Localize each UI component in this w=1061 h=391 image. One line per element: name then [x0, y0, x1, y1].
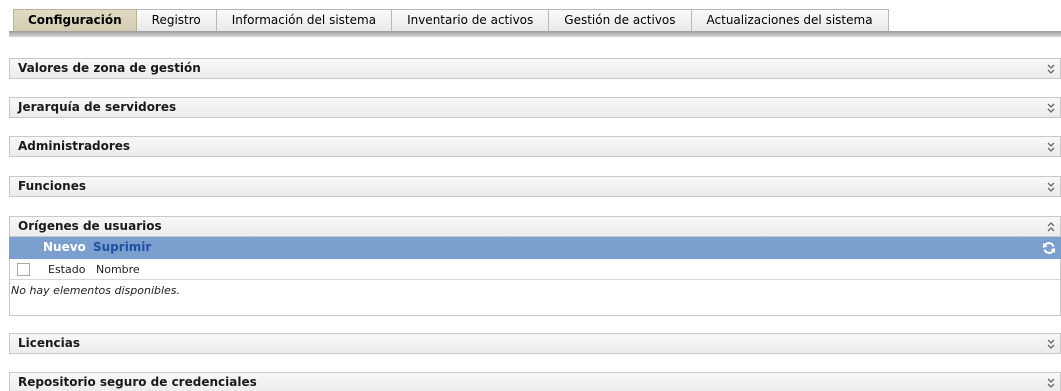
double-chevron-down-icon[interactable] [1045, 376, 1057, 390]
zenworks-configuration-page: Configuración Registro Información del s… [0, 0, 1061, 391]
tab-bar: Configuración Registro Información del s… [13, 9, 889, 32]
tab-informacion-sistema[interactable]: Información del sistema [216, 9, 393, 32]
panel-title: Administradores [18, 139, 131, 153]
tab-registro[interactable]: Registro [136, 9, 217, 32]
panel-title: Jerarquía de servidores [18, 100, 177, 114]
double-chevron-up-icon[interactable] [1045, 220, 1057, 234]
tab-actualizaciones-sistema[interactable]: Actualizaciones del sistema [691, 9, 889, 32]
panel-jerarquia-servidores-header[interactable]: Jerarquía de servidores [9, 97, 1061, 118]
delete-button[interactable]: Suprimir [93, 240, 151, 254]
panel-title: Repositorio seguro de credenciales [18, 375, 257, 389]
panel-title: Funciones [18, 179, 86, 193]
panel-repositorio-credenciales-header[interactable]: Repositorio seguro de credenciales [9, 372, 1061, 391]
panel-funciones-header[interactable]: Funciones [9, 176, 1061, 197]
column-header-nombre[interactable]: Nombre [96, 263, 140, 276]
double-chevron-down-icon[interactable] [1045, 337, 1057, 351]
double-chevron-down-icon[interactable] [1045, 180, 1057, 194]
tab-inventario-activos[interactable]: Inventario de activos [392, 9, 550, 32]
user-sources-toolbar: Nuevo Suprimir [9, 237, 1061, 259]
panel-zona-gestion-header[interactable]: Valores de zona de gestión [9, 58, 1061, 79]
tab-configuracion[interactable]: Configuración [13, 9, 137, 32]
tab-gestion-activos[interactable]: Gestión de activos [549, 9, 692, 32]
new-button[interactable]: Nuevo [43, 240, 86, 254]
column-header-estado[interactable]: Estado [48, 263, 85, 276]
panel-licencias-header[interactable]: Licencias [9, 333, 1061, 354]
panel-title: Licencias [18, 336, 81, 350]
user-sources-table-body: No hay elementos disponibles. [9, 280, 1061, 316]
double-chevron-down-icon[interactable] [1045, 101, 1057, 115]
double-chevron-down-icon[interactable] [1045, 140, 1057, 154]
empty-message: No hay elementos disponibles. [11, 284, 181, 297]
panel-title: Valores de zona de gestión [18, 61, 201, 75]
select-all-checkbox[interactable] [17, 263, 30, 276]
panel-origenes-usuarios-header[interactable]: Orígenes de usuarios [9, 216, 1061, 237]
panel-title: Orígenes de usuarios [18, 219, 162, 233]
tab-underline [9, 31, 1061, 37]
user-sources-table-header: Estado Nombre [9, 259, 1061, 280]
double-chevron-down-icon[interactable] [1045, 62, 1057, 76]
panel-administradores-header[interactable]: Administradores [9, 136, 1061, 157]
refresh-icon[interactable] [1041, 240, 1057, 256]
